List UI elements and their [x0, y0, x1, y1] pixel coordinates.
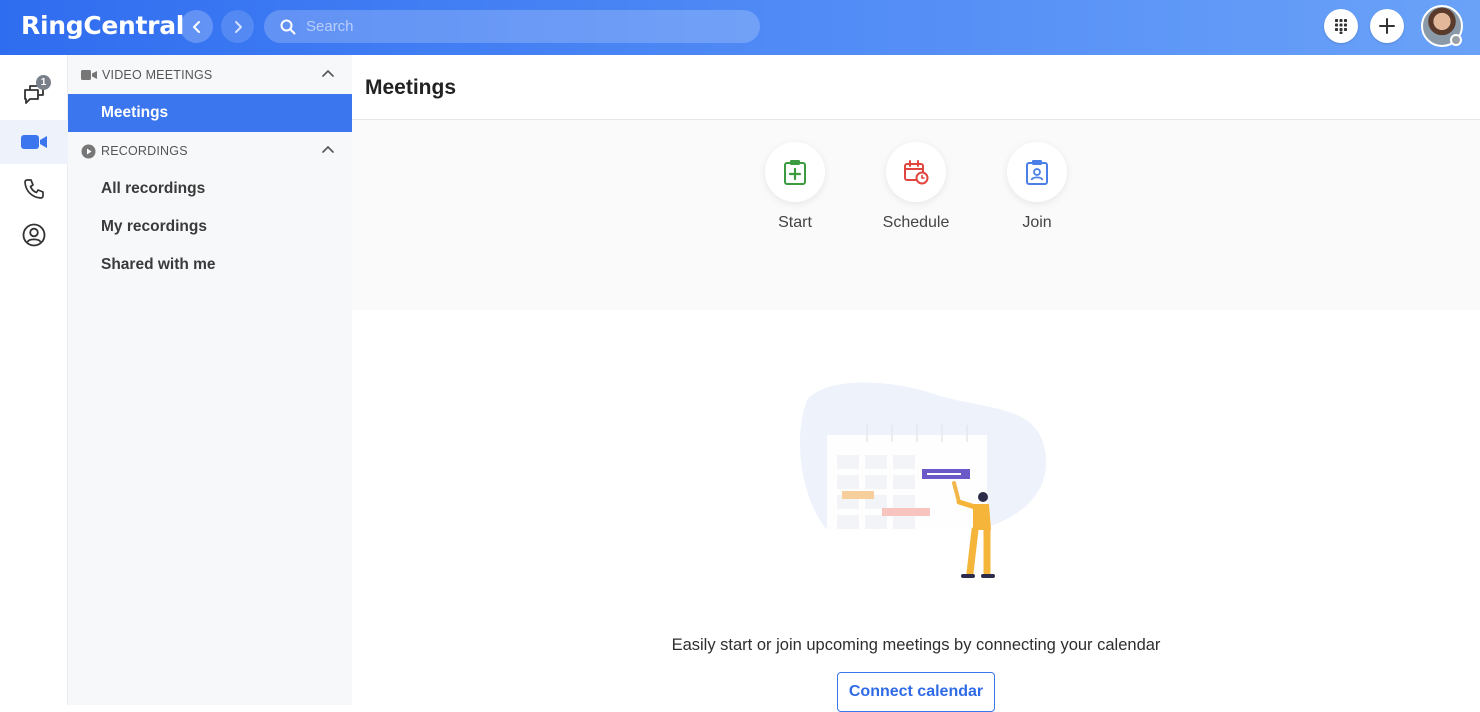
forward-button[interactable]	[221, 10, 254, 43]
video-icon	[21, 135, 47, 149]
empty-state-message: Easily start or join upcoming meetings b…	[671, 636, 1161, 654]
rail-item-video[interactable]	[0, 120, 68, 164]
rail-item-contacts[interactable]	[0, 213, 68, 257]
recordings-section-header[interactable]: RECORDINGS	[68, 132, 352, 170]
schedule-meeting-button[interactable]: Schedule	[876, 142, 956, 232]
new-action-button[interactable]	[1370, 9, 1404, 43]
presence-indicator	[1450, 34, 1462, 46]
video-icon	[81, 70, 97, 80]
clipboard-person-icon	[1026, 160, 1048, 185]
sidebar-item-all-recordings[interactable]: All recordings	[68, 170, 352, 208]
video-meetings-section-header[interactable]: VIDEO MEETINGS	[68, 56, 352, 94]
chevron-up-icon[interactable]	[322, 68, 334, 80]
connect-calendar-button[interactable]: Connect calendar	[837, 672, 995, 712]
top-bar: RingCentral	[0, 0, 1480, 55]
sidebar: VIDEO MEETINGS Meetings RECORDINGS All r…	[68, 55, 352, 705]
schedule-button-circle[interactable]	[886, 142, 946, 202]
phone-icon	[24, 179, 44, 199]
dialpad-button[interactable]	[1324, 9, 1358, 43]
back-button[interactable]	[180, 10, 213, 43]
sidebar-item-my-recordings[interactable]: My recordings	[68, 208, 352, 246]
search-icon	[280, 19, 296, 34]
nav-rail: 1	[0, 55, 68, 705]
clipboard-plus-icon	[784, 160, 806, 185]
rail-item-messages[interactable]: 1	[0, 73, 68, 117]
dialpad-icon	[1335, 19, 1347, 34]
plus-icon	[1379, 18, 1395, 34]
calendar-illustration	[799, 382, 1047, 578]
section-label: VIDEO MEETINGS	[102, 68, 213, 82]
quick-actions: Start Schedule Join	[352, 120, 1480, 310]
start-label: Start	[778, 214, 812, 231]
chevron-up-icon[interactable]	[322, 144, 334, 156]
sidebar-item-shared-with-me[interactable]: Shared with me	[68, 246, 352, 284]
unread-badge: 1	[36, 75, 51, 90]
chevron-left-icon	[192, 20, 200, 33]
schedule-label: Schedule	[882, 214, 950, 231]
main-content: Meetings Start Schedule Join Easily star…	[352, 55, 1480, 712]
join-label: Join	[1022, 214, 1052, 231]
section-label: RECORDINGS	[101, 144, 188, 158]
sidebar-item-meetings[interactable]: Meetings	[68, 94, 352, 132]
contacts-icon	[22, 223, 46, 247]
search-input[interactable]	[306, 18, 726, 35]
join-meeting-button[interactable]: Join	[997, 142, 1077, 232]
chevron-right-icon	[234, 20, 242, 33]
start-button-circle[interactable]	[765, 142, 825, 202]
page-title: Meetings	[365, 76, 457, 99]
play-circle-icon	[81, 144, 96, 158]
app-logo[interactable]: RingCentral	[21, 11, 184, 40]
join-button-circle[interactable]	[1007, 142, 1067, 202]
search-bar[interactable]	[264, 10, 760, 43]
calendar-clock-icon	[904, 160, 929, 185]
rail-item-phone[interactable]	[0, 167, 68, 211]
start-meeting-button[interactable]: Start	[755, 142, 835, 232]
